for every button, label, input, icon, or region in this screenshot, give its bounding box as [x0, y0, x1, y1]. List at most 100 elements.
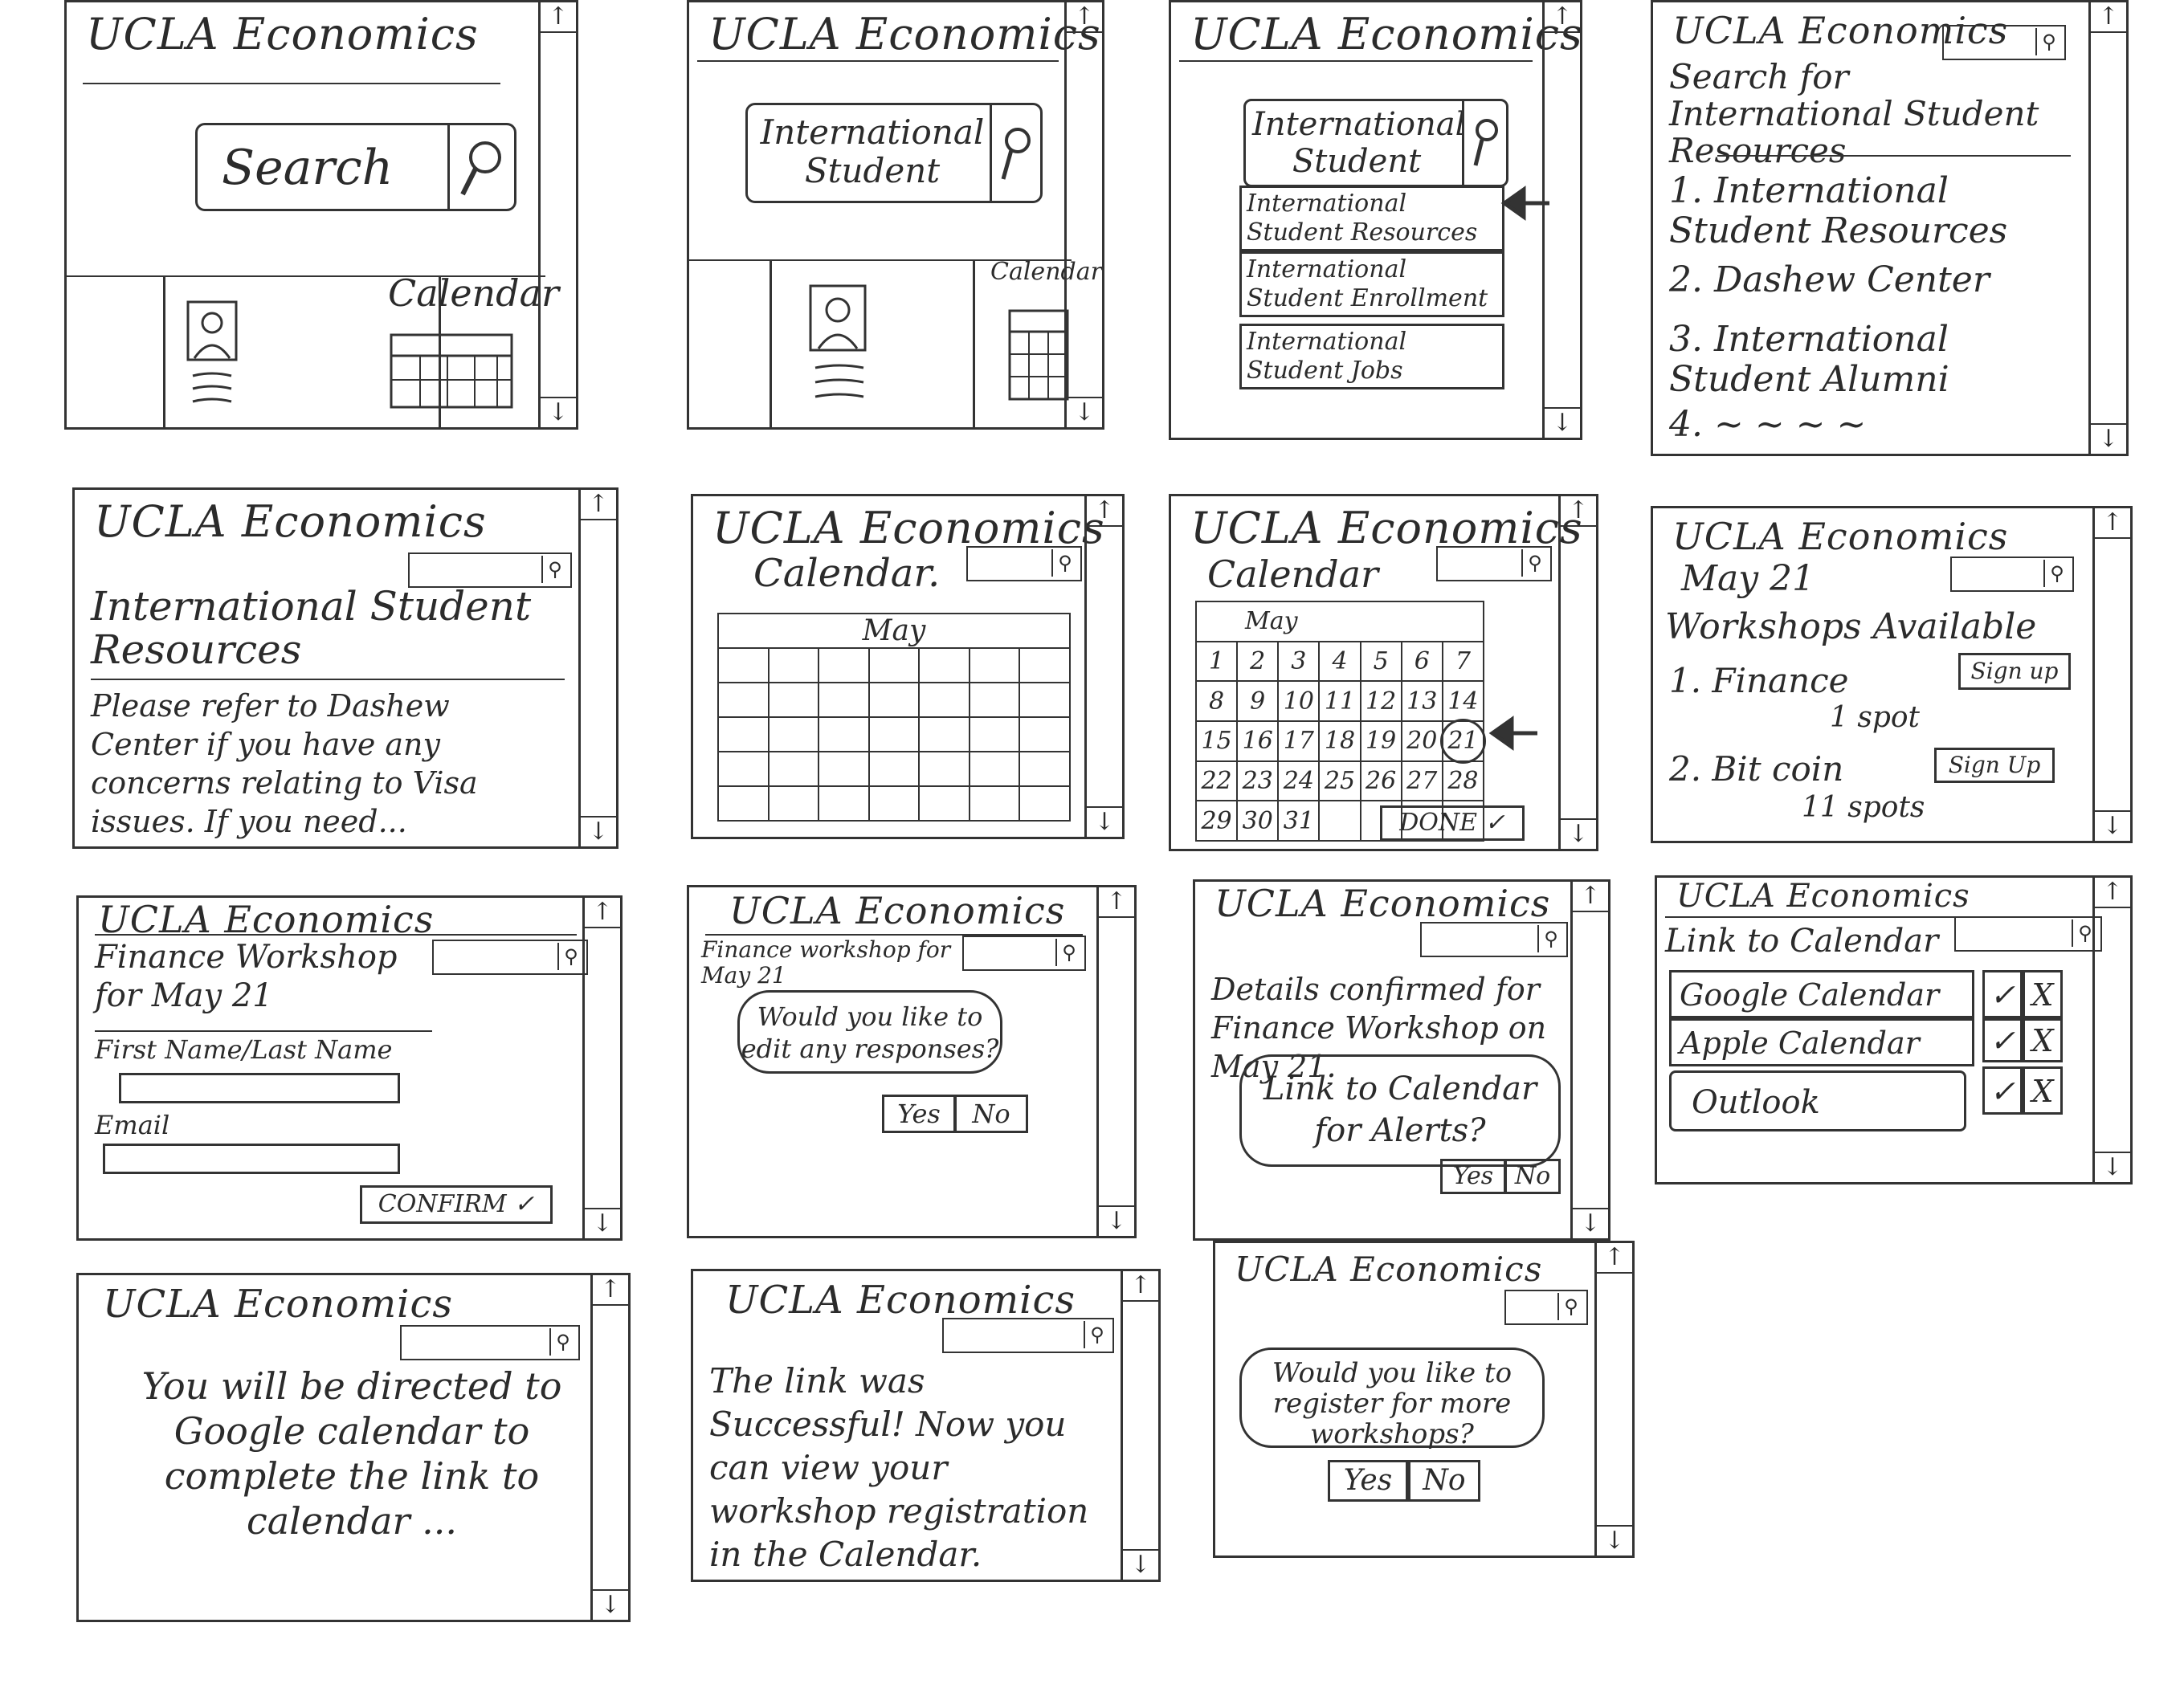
- scroll-down-icon[interactable]: ↓: [1087, 806, 1122, 837]
- search-icon[interactable]: [1462, 101, 1506, 185]
- sign-up-button[interactable]: Sign up: [1958, 653, 2071, 690]
- calendar-day[interactable]: 15: [1194, 720, 1239, 762]
- calendar-day[interactable]: 5: [1359, 640, 1402, 683]
- search-input[interactable]: ⚲: [1436, 546, 1552, 581]
- search-icon[interactable]: ⚲: [557, 943, 583, 970]
- search-input[interactable]: ⚲: [966, 546, 1082, 581]
- calendar-day[interactable]: 30: [1236, 800, 1280, 842]
- scrollbar[interactable]: ↑ ↓: [2092, 508, 2130, 841]
- no-button[interactable]: No: [954, 1095, 1028, 1133]
- scroll-up-icon[interactable]: ↑: [1545, 2, 1580, 33]
- scroll-down-icon[interactable]: ↓: [1545, 407, 1580, 438]
- scrollbar[interactable]: ↑ ↓: [1558, 496, 1596, 849]
- scroll-up-icon[interactable]: ↑: [2091, 2, 2126, 33]
- scrollbar[interactable]: ↑ ↓: [1594, 1243, 1632, 1555]
- search-input[interactable]: ⚲: [1942, 25, 2066, 60]
- no-button[interactable]: No: [1408, 1460, 1480, 1502]
- search-icon[interactable]: ⚲: [1055, 939, 1081, 966]
- accept-google-button[interactable]: ✓: [1982, 970, 2023, 1018]
- calendar-day[interactable]: 27: [1400, 760, 1443, 802]
- calendar-day[interactable]: 9: [1236, 680, 1280, 722]
- scroll-down-icon[interactable]: ↓: [1573, 1208, 1608, 1238]
- scrollbar[interactable]: ↑ ↓: [538, 2, 576, 427]
- scrollbar[interactable]: ↑ ↓: [1570, 882, 1608, 1238]
- result-item[interactable]: 2. Dashew Center: [1669, 259, 1990, 300]
- calendar-day[interactable]: 17: [1277, 720, 1321, 762]
- calendar-day[interactable]: 18: [1318, 720, 1361, 762]
- result-item[interactable]: 4. ~ ~ ~ ~: [1669, 404, 1866, 445]
- scrollbar[interactable]: ↑ ↓: [590, 1275, 628, 1620]
- search-input[interactable]: ⚲: [942, 1318, 1114, 1353]
- scroll-up-icon[interactable]: ↑: [1573, 882, 1608, 912]
- scroll-down-icon[interactable]: ↓: [593, 1589, 628, 1620]
- decline-outlook-button[interactable]: X: [2023, 1066, 2063, 1115]
- scrollbar[interactable]: ↑ ↓: [2092, 878, 2130, 1182]
- calendar-day[interactable]: 26: [1359, 760, 1402, 802]
- scroll-down-icon[interactable]: ↓: [1099, 1205, 1134, 1236]
- search-icon[interactable]: ⚲: [1537, 925, 1563, 952]
- accept-apple-button[interactable]: ✓: [1982, 1018, 2023, 1062]
- result-item[interactable]: 1. International Student Resources: [1669, 171, 2071, 251]
- search-icon[interactable]: ⚲: [541, 556, 567, 583]
- scroll-up-icon[interactable]: ↑: [1099, 887, 1134, 918]
- calendar-grid[interactable]: May: [717, 613, 1071, 822]
- suggestion-item[interactable]: International Student Resources: [1239, 186, 1504, 251]
- name-field[interactable]: [119, 1073, 400, 1103]
- search-input[interactable]: ⚲: [1504, 1290, 1588, 1325]
- calendar-day[interactable]: 23: [1236, 760, 1280, 802]
- suggestion-item[interactable]: International Student Enrollment: [1239, 251, 1504, 317]
- scroll-up-icon[interactable]: ↑: [1561, 496, 1596, 527]
- result-item[interactable]: 3. International Student Alumni: [1669, 320, 2071, 400]
- calendar-day[interactable]: 1: [1194, 640, 1239, 683]
- calendar-day[interactable]: 24: [1277, 760, 1321, 802]
- email-field[interactable]: [103, 1144, 400, 1174]
- scrollbar[interactable]: ↑ ↓: [582, 898, 620, 1238]
- calendar-day[interactable]: 11: [1318, 680, 1361, 722]
- calendar-icon[interactable]: [388, 332, 516, 412]
- scrollbar[interactable]: ↑ ↓: [1542, 2, 1580, 438]
- scrollbar[interactable]: ↑ ↓: [2088, 2, 2126, 454]
- scroll-up-icon[interactable]: ↑: [1067, 2, 1102, 33]
- search-icon[interactable]: ⚲: [1084, 1321, 1109, 1348]
- search-input[interactable]: ⚲: [1954, 916, 2102, 952]
- calendar-day[interactable]: 28: [1441, 760, 1485, 802]
- scroll-down-icon[interactable]: ↓: [1597, 1525, 1632, 1555]
- scroll-up-icon[interactable]: ↑: [1087, 496, 1122, 527]
- confirm-button[interactable]: CONFIRM ✓: [360, 1185, 553, 1224]
- search-input[interactable]: ⚲: [400, 1325, 580, 1360]
- calendar-option[interactable]: Apple Calendar: [1669, 1018, 1974, 1066]
- calendar-day[interactable]: 29: [1194, 800, 1239, 842]
- scroll-down-icon[interactable]: ↓: [581, 816, 616, 846]
- sign-up-button[interactable]: Sign Up: [1934, 748, 2055, 783]
- scrollbar[interactable]: ↑ ↓: [1096, 887, 1134, 1236]
- search-input[interactable]: ⚲: [1950, 557, 2074, 592]
- search-icon[interactable]: ⚲: [549, 1328, 575, 1356]
- calendar-day[interactable]: 14: [1441, 680, 1485, 722]
- search-bar[interactable]: International Student: [745, 103, 1043, 203]
- scrollbar[interactable]: ↑ ↓: [1121, 1271, 1158, 1580]
- search-icon[interactable]: ⚲: [2043, 560, 2069, 587]
- calendar-day[interactable]: 21: [1439, 718, 1487, 764]
- scroll-up-icon[interactable]: ↑: [541, 2, 576, 33]
- search-icon[interactable]: ⚲: [1051, 549, 1077, 577]
- search-icon[interactable]: ⚲: [2035, 28, 2061, 55]
- scrollbar[interactable]: ↑ ↓: [1084, 496, 1122, 837]
- scroll-up-icon[interactable]: ↑: [1123, 1271, 1158, 1302]
- scroll-down-icon[interactable]: ↓: [1561, 818, 1596, 849]
- search-input[interactable]: ⚲: [962, 936, 1086, 971]
- decline-apple-button[interactable]: X: [2023, 1018, 2063, 1062]
- search-icon[interactable]: ⚲: [1557, 1293, 1583, 1320]
- done-button[interactable]: DONE ✓: [1380, 805, 1525, 841]
- search-icon[interactable]: [447, 125, 514, 209]
- accept-outlook-button[interactable]: ✓: [1982, 1066, 2023, 1115]
- scroll-up-icon[interactable]: ↑: [2095, 508, 2130, 539]
- suggestion-item[interactable]: International Student Jobs: [1239, 324, 1504, 389]
- scrollbar[interactable]: ↑ ↓: [1064, 2, 1102, 427]
- scroll-up-icon[interactable]: ↑: [585, 898, 620, 928]
- calendar-day[interactable]: 12: [1359, 680, 1402, 722]
- search-input[interactable]: ⚲: [432, 940, 588, 975]
- yes-button[interactable]: Yes: [1440, 1159, 1506, 1194]
- scroll-down-icon[interactable]: ↓: [1123, 1549, 1158, 1580]
- calendar-day[interactable]: 22: [1194, 760, 1239, 802]
- calendar-day[interactable]: 7: [1441, 640, 1485, 683]
